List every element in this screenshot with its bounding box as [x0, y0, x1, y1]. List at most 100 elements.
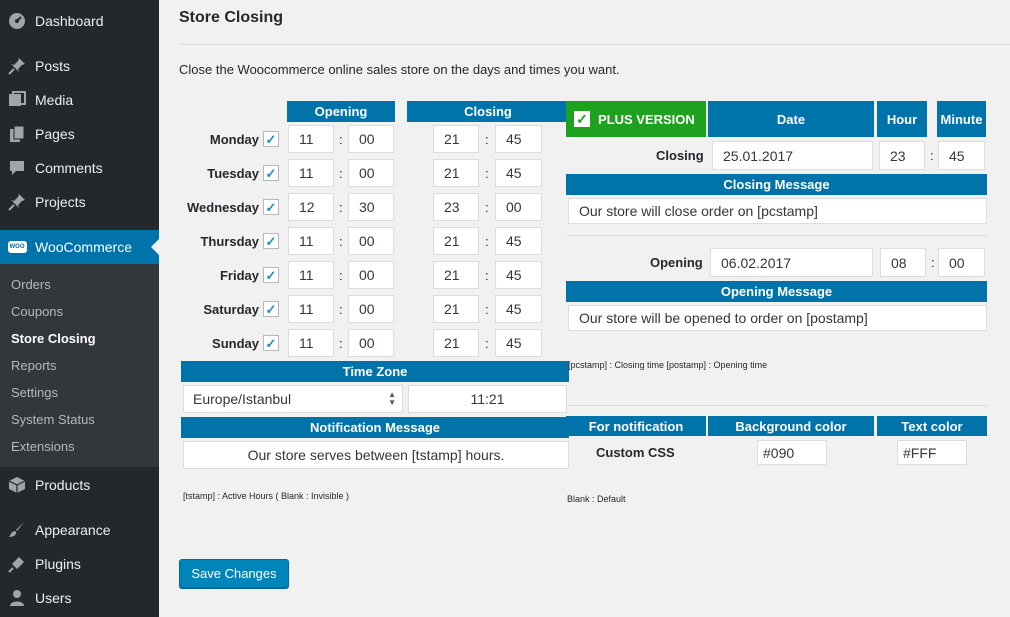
day-checkbox-monday[interactable]: ✓	[263, 131, 279, 147]
day-label-thursday: Thursday	[200, 234, 259, 249]
opening-label: Opening	[650, 255, 703, 270]
for-notification-header: For notification	[566, 416, 706, 436]
day-checkbox-saturday[interactable]: ✓	[263, 301, 279, 317]
menu-posts[interactable]: Posts	[0, 49, 159, 83]
pages-icon	[8, 125, 26, 143]
close-hour-sunday[interactable]: 21	[433, 329, 479, 357]
save-changes-button[interactable]: Save Changes	[179, 559, 289, 588]
open-hour-wednesday[interactable]: 12	[288, 193, 334, 221]
closing-message-header: Closing Message	[566, 174, 987, 195]
menu-dashboard[interactable]: Dashboard	[0, 4, 159, 38]
blank-default-hint: Blank : Default	[567, 494, 626, 504]
colon: :	[339, 200, 343, 215]
closing-hour-input[interactable]: 23	[879, 141, 925, 170]
day-checkbox-friday[interactable]: ✓	[263, 267, 279, 283]
menu-plugins[interactable]: Plugins	[0, 547, 159, 581]
current-time-field: 11:21	[408, 385, 567, 413]
menu-media[interactable]: Media	[0, 83, 159, 117]
opening-minute-input[interactable]: 00	[938, 248, 985, 277]
submenu-orders[interactable]: Orders	[11, 277, 51, 292]
close-minute-sunday[interactable]: 45	[495, 329, 542, 357]
brush-icon	[8, 521, 26, 539]
close-minute-monday[interactable]: 45	[495, 125, 542, 153]
menu-pages[interactable]: Pages	[0, 117, 159, 151]
close-hour-friday[interactable]: 21	[433, 261, 479, 289]
menu-label: WooCommerce	[35, 239, 132, 255]
menu-comments[interactable]: Comments	[0, 151, 159, 185]
menu-woocommerce[interactable]: WOO WooCommerce	[0, 230, 159, 264]
menu-products[interactable]: Products	[0, 468, 159, 502]
open-hour-monday[interactable]: 11	[288, 125, 334, 153]
close-minute-saturday[interactable]: 45	[495, 295, 542, 323]
woo-icon: WOO	[7, 238, 27, 256]
text-color-input[interactable]: #FFF	[897, 440, 967, 465]
menu-label: Comments	[35, 160, 103, 176]
close-hour-wednesday[interactable]: 23	[433, 193, 479, 221]
background-color-input[interactable]: #090	[757, 440, 827, 465]
custom-css-label: Custom CSS	[596, 445, 675, 460]
open-minute-thursday[interactable]: 00	[348, 227, 394, 255]
open-minute-monday[interactable]: 00	[348, 125, 394, 153]
closing-message-input[interactable]: Our store will close order on [pcstamp]	[568, 198, 987, 224]
open-minute-saturday[interactable]: 00	[348, 295, 394, 323]
colon: :	[339, 302, 343, 317]
submenu-coupons[interactable]: Coupons	[11, 304, 63, 319]
background-color-header: Background color	[708, 416, 874, 436]
colon: :	[485, 302, 489, 317]
colon: :	[485, 234, 489, 249]
day-checkbox-sunday[interactable]: ✓	[263, 335, 279, 351]
check-icon: ✓	[574, 111, 590, 127]
closing-minute-input[interactable]: 45	[938, 141, 985, 170]
menu-label: Projects	[35, 194, 86, 210]
opening-date-input[interactable]: 06.02.2017	[710, 248, 873, 277]
timezone-select[interactable]: Europe/Istanbul ▲ ▼	[183, 385, 403, 413]
colon: :	[485, 336, 489, 351]
opening-header: Opening	[287, 101, 395, 122]
day-checkbox-thursday[interactable]: ✓	[263, 233, 279, 249]
open-minute-tuesday[interactable]: 00	[348, 159, 394, 187]
plus-version-label: PLUS VERSION	[598, 111, 695, 127]
notification-message-input[interactable]: Our store serves between [tstamp] hours.	[183, 441, 569, 469]
submenu-reports[interactable]: Reports	[11, 358, 57, 373]
colon: :	[339, 336, 343, 351]
open-minute-sunday[interactable]: 00	[348, 329, 394, 357]
open-hour-thursday[interactable]: 11	[288, 227, 334, 255]
open-minute-wednesday[interactable]: 30	[348, 193, 394, 221]
open-hour-saturday[interactable]: 11	[288, 295, 334, 323]
menu-label: Posts	[35, 58, 71, 74]
submenu-store-closing[interactable]: Store Closing	[11, 331, 96, 346]
closing-date-input[interactable]: 25.01.2017	[712, 141, 873, 170]
timezone-header: Time Zone	[181, 361, 569, 382]
close-hour-tuesday[interactable]: 21	[433, 159, 479, 187]
menu-projects[interactable]: Projects	[0, 185, 159, 219]
open-hour-friday[interactable]: 11	[288, 261, 334, 289]
menu-appearance[interactable]: Appearance	[0, 513, 159, 547]
colon: :	[485, 200, 489, 215]
day-label-sunday: Sunday	[212, 336, 259, 351]
menu-label: Products	[35, 477, 91, 493]
open-minute-friday[interactable]: 00	[348, 261, 394, 289]
close-minute-wednesday[interactable]: 00	[495, 193, 542, 221]
submenu-system-status[interactable]: System Status	[11, 412, 95, 427]
submenu-settings[interactable]: Settings	[11, 385, 58, 400]
menu-users[interactable]: Users	[0, 581, 159, 615]
opening-message-input[interactable]: Our store will be opened to order on [po…	[568, 305, 987, 331]
day-label-saturday: Saturday	[203, 302, 259, 317]
opening-hour-input[interactable]: 08	[880, 248, 926, 277]
day-checkbox-tuesday[interactable]: ✓	[263, 165, 279, 181]
admin-sidebar: Dashboard Posts Media Pages Comments Pro…	[0, 0, 159, 617]
close-minute-tuesday[interactable]: 45	[495, 159, 542, 187]
minute-header: Minute	[937, 101, 986, 137]
close-hour-thursday[interactable]: 21	[433, 227, 479, 255]
submenu-extensions[interactable]: Extensions	[11, 439, 75, 454]
day-label-monday: Monday	[209, 132, 259, 147]
day-checkbox-wednesday[interactable]: ✓	[263, 199, 279, 215]
close-hour-monday[interactable]: 21	[433, 125, 479, 153]
open-hour-tuesday[interactable]: 11	[288, 159, 334, 187]
close-hour-saturday[interactable]: 21	[433, 295, 479, 323]
menu-label: Users	[35, 590, 72, 606]
close-minute-friday[interactable]: 45	[495, 261, 542, 289]
close-minute-thursday[interactable]: 45	[495, 227, 542, 255]
notification-hint: [tstamp] : Active Hours ( Blank : Invisi…	[183, 491, 350, 501]
open-hour-sunday[interactable]: 11	[288, 329, 334, 357]
